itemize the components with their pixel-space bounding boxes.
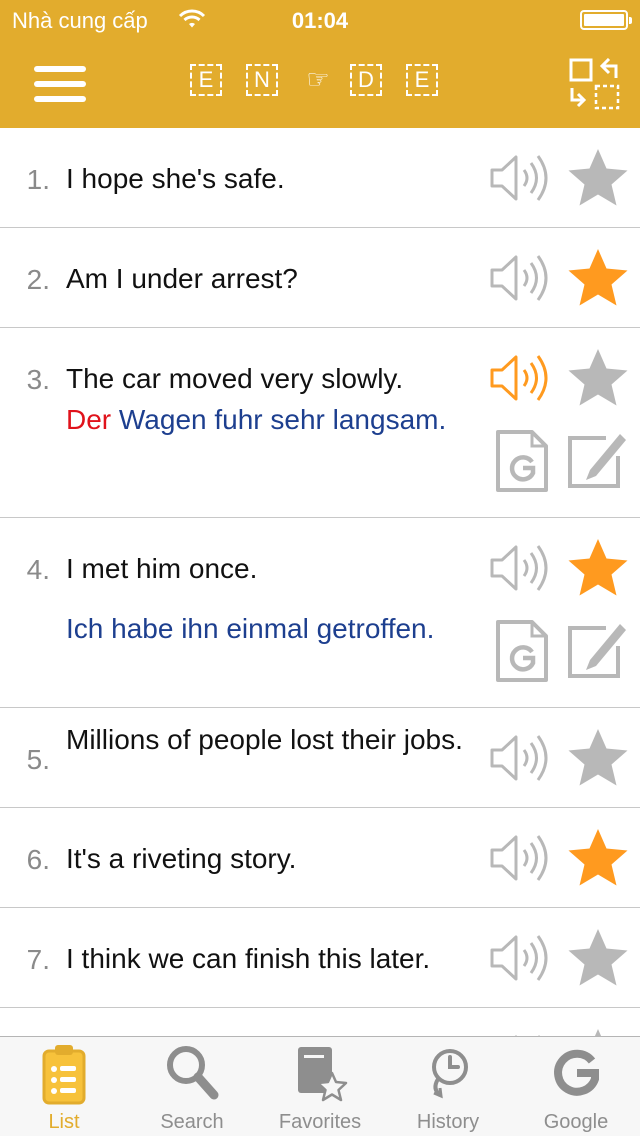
edit-note-icon[interactable] — [566, 616, 630, 680]
sentence-text: Millions of people lost their jobs. — [66, 724, 463, 755]
tab-history[interactable]: History — [384, 1037, 512, 1136]
item-number: 7. — [26, 944, 50, 975]
magnifier-icon — [167, 1046, 219, 1100]
swap-languages-icon[interactable] — [568, 58, 624, 110]
app-header: Nhà cung cấp 01:04 E N ☞ D E — [0, 0, 640, 128]
sentence-text: I hope she's safe. — [66, 163, 285, 194]
sentence-text: The car moved very slowly. — [66, 363, 404, 394]
star-filled-icon[interactable] — [564, 536, 632, 600]
speaker-icon[interactable] — [486, 246, 554, 310]
star-icon[interactable] — [564, 726, 632, 790]
translation-text: Der Wagen fuhr sehr langsam. — [66, 402, 486, 438]
list-item[interactable] — [0, 1008, 640, 1036]
history-clock-icon — [432, 1049, 468, 1099]
translation-article: Der — [66, 404, 112, 435]
item-number: 4. — [26, 554, 50, 585]
tab-favorites[interactable]: Favorites — [256, 1037, 384, 1136]
list-clipboard-icon — [42, 1045, 86, 1105]
star-icon[interactable] — [564, 146, 632, 210]
list-item-expanded[interactable]: 3. The car moved very slowly. Der Wagen … — [0, 328, 640, 518]
list-item[interactable]: 2. Am I under arrest? — [0, 228, 640, 328]
google-translate-icon[interactable] — [494, 428, 550, 494]
tab-google[interactable]: Google — [512, 1037, 640, 1136]
speaker-icon[interactable] — [486, 146, 554, 210]
battery-icon — [580, 10, 632, 30]
list-item[interactable]: 5. Millions of people lost their jobs. — [0, 708, 640, 808]
source-lang-letter-1[interactable]: E — [190, 64, 222, 96]
star-icon[interactable] — [564, 346, 632, 410]
sentence-list: 1. I hope she's safe. 2. Am I under arre… — [0, 128, 640, 1036]
language-selector: E N ☞ D E — [0, 64, 640, 96]
edit-note-icon[interactable] — [566, 426, 630, 490]
list-item[interactable]: 6. It's a riveting story. — [0, 808, 640, 908]
translation-rest: Wagen fuhr sehr langsam. — [111, 404, 447, 435]
tab-bar: List Search Favorites History Google — [0, 1036, 640, 1136]
list-item[interactable]: 7. I think we can finish this later. — [0, 908, 640, 1008]
status-time: 01:04 — [291, 8, 349, 33]
star-icon[interactable] — [564, 926, 632, 990]
translation-text: Ich habe ihn einmal getroffen. — [66, 611, 486, 647]
speaker-icon[interactable] — [486, 826, 554, 890]
tab-label: Google — [543, 1111, 609, 1133]
item-number: 1. — [26, 164, 50, 195]
google-g-icon — [554, 1049, 599, 1096]
favorites-book-icon — [298, 1047, 348, 1102]
tab-list[interactable]: List — [0, 1037, 128, 1136]
google-translate-icon[interactable] — [494, 618, 550, 684]
item-number: 6. — [26, 844, 50, 875]
list-item[interactable]: 1. I hope she's safe. — [0, 128, 640, 228]
sentence-text: It's a riveting story. — [66, 843, 297, 874]
sentence-text: I think we can finish this later. — [66, 943, 431, 974]
item-number: 5. — [26, 744, 50, 775]
speaker-playing-icon[interactable] — [486, 346, 554, 410]
star-icon[interactable] — [564, 1026, 632, 1036]
speaker-icon[interactable] — [486, 1026, 554, 1036]
item-number: 2. — [26, 264, 50, 295]
menu-bar-bottom — [34, 96, 86, 102]
tab-label: Favorites — [278, 1111, 362, 1133]
translation-rest: Ich habe ihn einmal getroffen. — [66, 613, 435, 644]
tab-label: Search — [160, 1111, 224, 1133]
status-bar: Nhà cung cấp 01:04 — [0, 0, 640, 40]
sentence-text: I met him once. — [66, 553, 258, 584]
item-number: 3. — [26, 364, 50, 395]
tab-search[interactable]: Search — [128, 1037, 256, 1136]
speaker-icon[interactable] — [486, 536, 554, 600]
tab-label: List — [48, 1111, 80, 1133]
star-filled-icon[interactable] — [564, 826, 632, 890]
pointing-hand-icon: ☞ — [306, 64, 330, 94]
target-lang-letter-1[interactable]: D — [350, 64, 382, 96]
tab-label: History — [416, 1111, 480, 1133]
sentence-text: Am I under arrest? — [66, 263, 298, 294]
list-item-expanded[interactable]: 4. I met him once. Ich habe ihn einmal g… — [0, 518, 640, 708]
target-lang-letter-2[interactable]: E — [406, 64, 438, 96]
speaker-icon[interactable] — [486, 726, 554, 790]
star-filled-icon[interactable] — [564, 246, 632, 310]
source-lang-letter-2[interactable]: N — [246, 64, 278, 96]
speaker-icon[interactable] — [486, 926, 554, 990]
